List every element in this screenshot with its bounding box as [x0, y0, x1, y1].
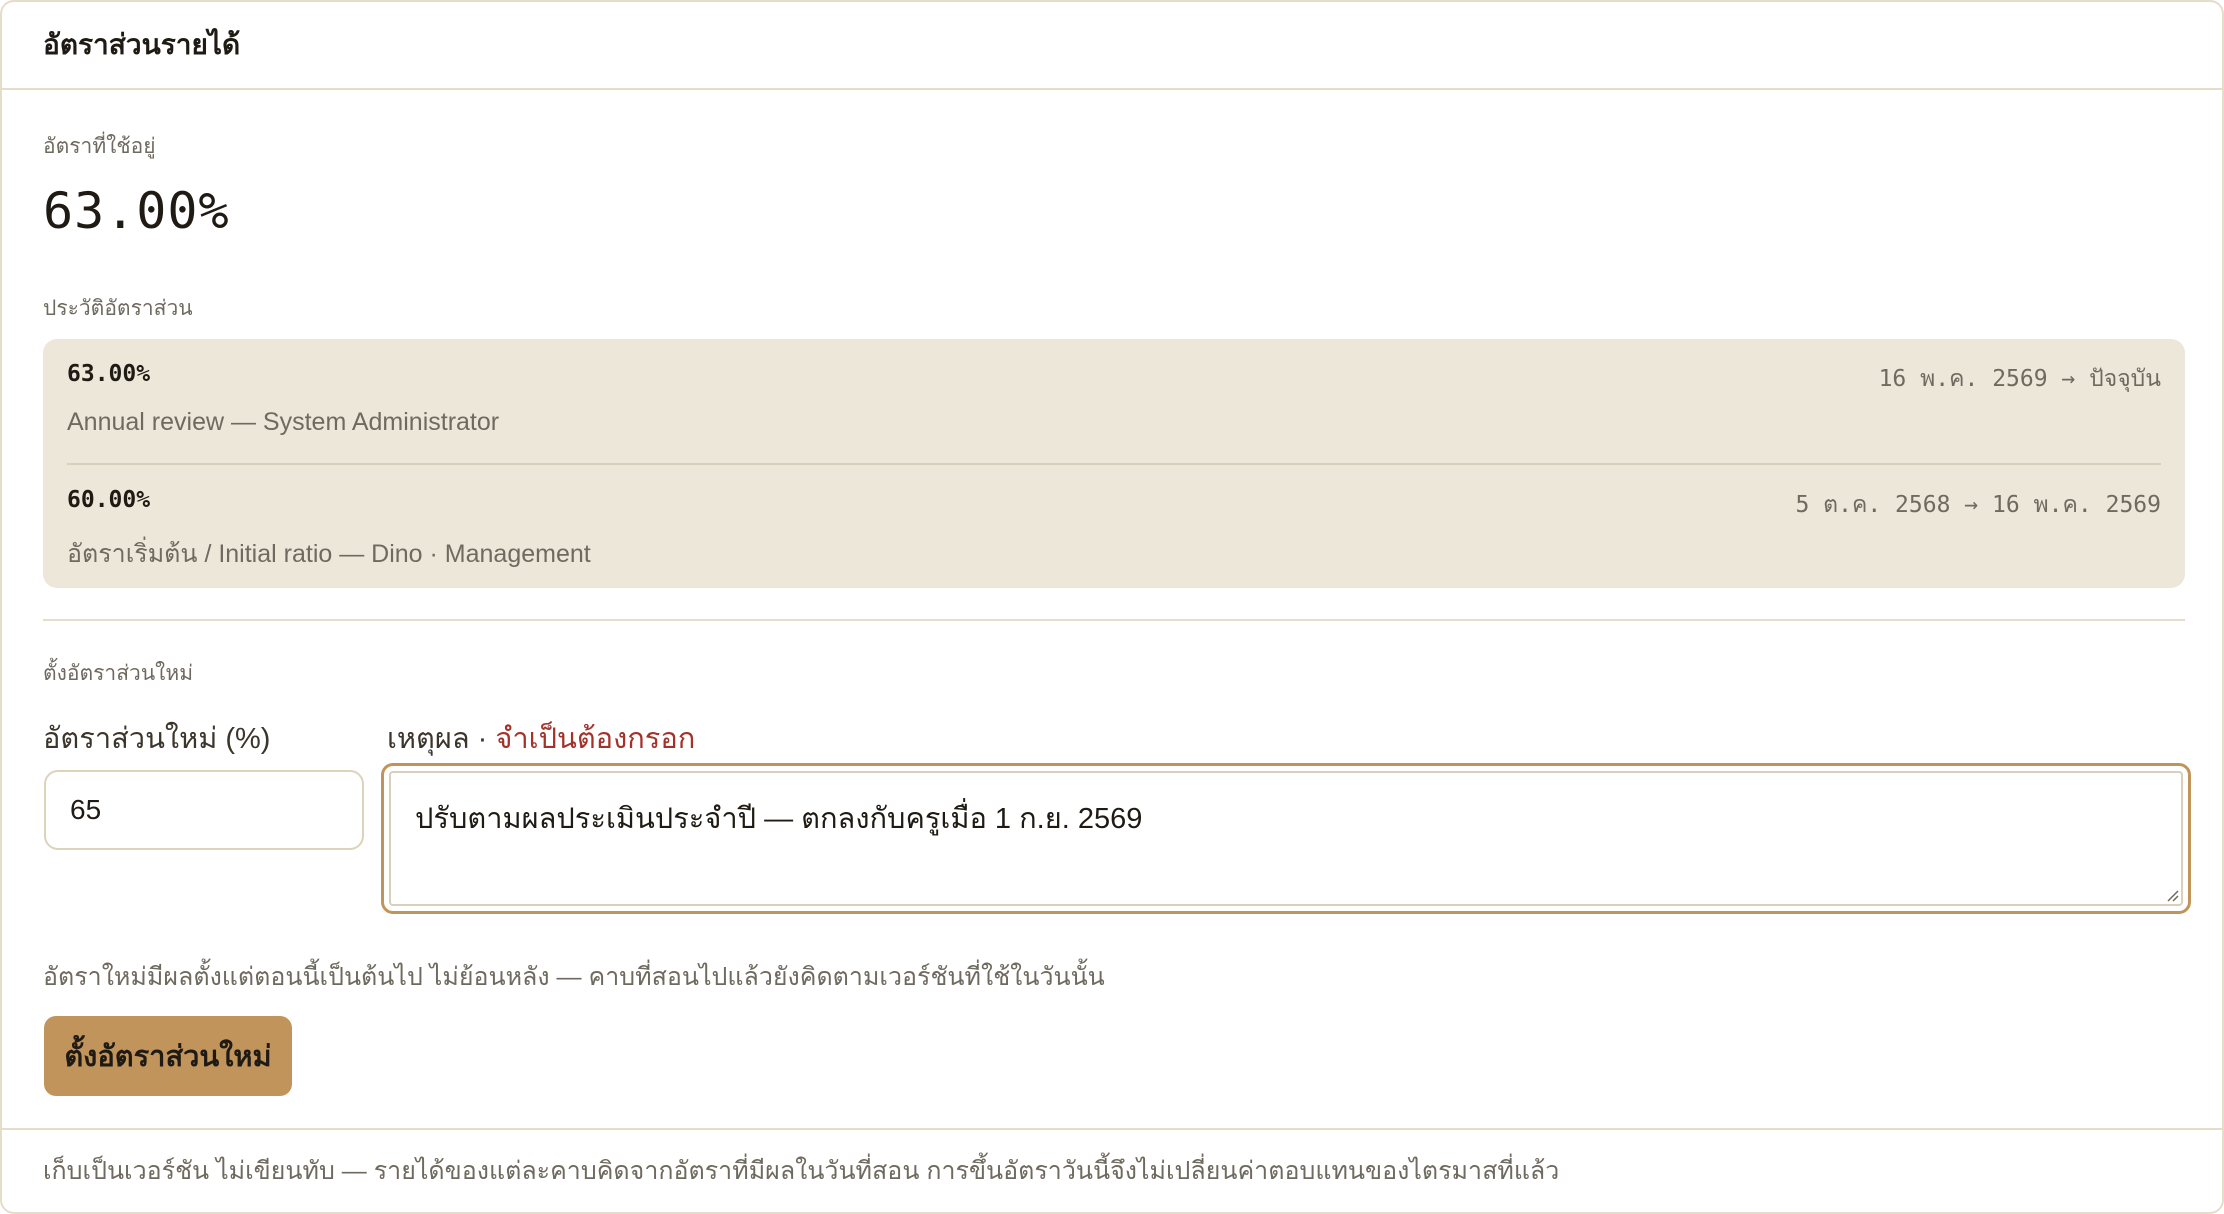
revenue-ratio-card: อัตราส่วนรายได้ อัตราที่ใช้อยู่ 63.00% ป… [0, 0, 2224, 1214]
card-title: อัตราส่วนรายได้ [43, 29, 241, 60]
history-item-note: Annual review — System Administrator [67, 408, 500, 436]
history-label: ประวัติอัตราส่วน [43, 296, 193, 320]
new-ratio-input[interactable] [44, 770, 364, 850]
new-ratio-section-label: ตั้งอัตราส่วนใหม่ [43, 661, 194, 685]
history-item-date-range: 16 พ.ค. 2569 → ปัจจุบัน [1878, 366, 2161, 392]
current-ratio-label: อัตราที่ใช้อยู่ [43, 134, 156, 158]
set-new-ratio-button[interactable]: ตั้งอัตราส่วนใหม่ [44, 1016, 292, 1096]
current-ratio-value: 63.00% [43, 182, 230, 240]
ratio-history-list: 63.00% 16 พ.ค. 2569 → ปัจจุบัน Annual re… [43, 339, 2185, 588]
history-item: 60.00% 5 ต.ค. 2568 → 16 พ.ค. 2569 อัตราเ… [67, 463, 2161, 589]
reason-field-label: เหตุผล · จำเป็นต้องกรอก [387, 715, 695, 761]
resize-handle-icon[interactable] [2165, 888, 2179, 902]
history-item-ratio: 63.00% [67, 361, 151, 387]
new-ratio-field-label: อัตราส่วนใหม่ (%) [43, 723, 271, 755]
history-item-ratio: 60.00% [67, 487, 151, 513]
history-item: 63.00% 16 พ.ค. 2569 → ปัจจุบัน Annual re… [67, 339, 2161, 463]
required-indicator: จำเป็นต้องกรอก [495, 723, 696, 755]
history-item-note: อัตราเริ่มต้น / Initial ratio — Dino · M… [67, 540, 591, 568]
footer-note: เก็บเป็นเวอร์ชัน ไม่เขียนทับ — รายได้ของ… [43, 1157, 1560, 1185]
section-divider [43, 619, 2185, 621]
reason-label-text: เหตุผล · [387, 723, 488, 755]
history-item-date-range: 5 ต.ค. 2568 → 16 พ.ค. 2569 [1795, 492, 2161, 518]
reason-field-focus-ring: ปรับตามผลประเมินประจำปี — ตกลงกับครูเมื่… [381, 763, 2191, 914]
card-footer: เก็บเป็นเวอร์ชัน ไม่เขียนทับ — รายได้ของ… [2, 1128, 2222, 1212]
reason-textarea[interactable]: ปรับตามผลประเมินประจำปี — ตกลงกับครูเมื่… [389, 771, 2183, 906]
card-header: อัตราส่วนรายได้ [2, 2, 2222, 90]
new-ratio-hint: อัตราใหม่มีผลตั้งแต่ตอนนี้เป็นต้นไป ไม่ย… [43, 963, 1105, 991]
